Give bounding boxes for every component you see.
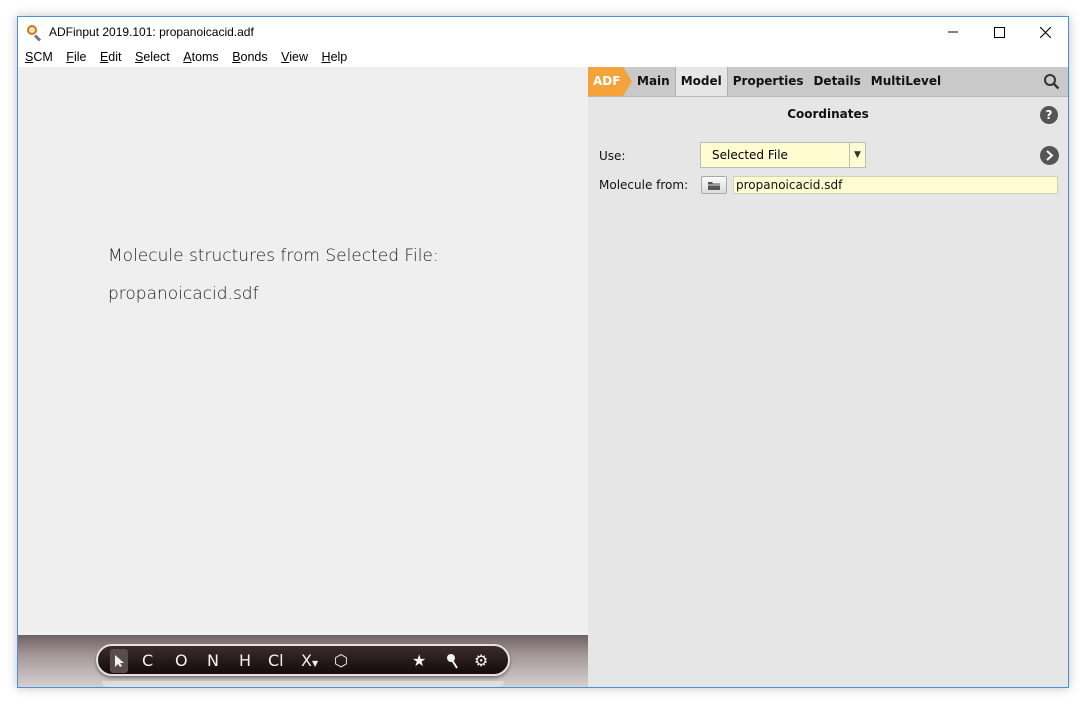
menu-bar: SCM File Edit Select Atoms Bonds View He…	[18, 47, 1068, 67]
title-bar: ADFinput 2019.101: propanoicacid.adf	[18, 17, 1068, 47]
close-button[interactable]	[1022, 17, 1068, 47]
chevron-down-icon: ▼	[849, 143, 865, 167]
help-button[interactable]: ?	[1040, 106, 1058, 124]
folder-icon	[708, 181, 720, 190]
tab-model[interactable]: Model	[674, 67, 728, 96]
menu-select[interactable]: Select	[135, 50, 170, 64]
panel-tabbar: ADF Main Model Properties Details MultiL…	[588, 67, 1068, 97]
menu-edit[interactable]: Edit	[100, 50, 122, 64]
menu-view[interactable]: View	[281, 50, 308, 64]
window-controls	[930, 17, 1068, 47]
atom-toolbar: C O N H Cl X▼ ⬡ ★ ⚙	[18, 635, 588, 687]
pin-icon	[447, 654, 458, 669]
ring-tool[interactable]: ⬡	[334, 649, 348, 673]
maximize-button[interactable]	[976, 17, 1022, 47]
tab-engine-adf[interactable]: ADF	[588, 67, 632, 96]
carbon-tool[interactable]: C	[142, 649, 153, 673]
settings-tool[interactable]: ⚙	[474, 649, 488, 673]
molecule-file-field[interactable]: propanoicacid.sdf	[733, 176, 1058, 194]
molecule-from-label: Molecule from:	[599, 178, 689, 192]
settings-panel: ADF Main Model Properties Details MultiL…	[588, 67, 1068, 687]
chevron-right-icon	[1046, 150, 1054, 161]
tab-details[interactable]: Details	[808, 67, 865, 96]
chlorine-tool[interactable]: Cl	[268, 649, 284, 673]
other-element-tool[interactable]: X▼	[301, 649, 318, 673]
pointer-icon	[115, 655, 124, 667]
tab-main[interactable]: Main	[632, 67, 675, 96]
menu-scm[interactable]: SCM	[25, 50, 53, 64]
favorites-tool[interactable]: ★	[412, 649, 426, 673]
maximize-icon	[993, 26, 1005, 38]
use-label: Use:	[599, 149, 626, 163]
other-element-label: X	[301, 651, 312, 670]
molecule-viewer[interactable]: Molecule structures from Selected File: …	[18, 67, 588, 637]
tab-properties[interactable]: Properties	[728, 67, 809, 96]
use-select[interactable]: Selected File ▼	[700, 142, 866, 168]
menu-file[interactable]: File	[66, 50, 86, 64]
chevron-down-icon: ▼	[311, 659, 319, 668]
app-icon	[26, 24, 42, 42]
oxygen-tool[interactable]: O	[175, 649, 188, 673]
details-next-button[interactable]	[1040, 146, 1059, 165]
search-button[interactable]	[1043, 73, 1060, 93]
use-select-value: Selected File	[712, 148, 788, 162]
tab-multilevel[interactable]: MultiLevel	[866, 67, 946, 96]
viewer-message: Molecule structures from Selected File: …	[108, 237, 439, 313]
menu-atoms[interactable]: Atoms	[183, 50, 218, 64]
select-tool[interactable]	[110, 649, 128, 673]
window-title: ADFinput 2019.101: propanoicacid.adf	[49, 25, 254, 39]
hydrogen-tool[interactable]: H	[239, 649, 251, 673]
close-icon	[1039, 26, 1051, 38]
section-title: Coordinates	[787, 107, 869, 121]
app-window: ADFinput 2019.101: propanoicacid.adf SCM…	[17, 16, 1069, 688]
nitrogen-tool[interactable]: N	[207, 649, 219, 673]
viewer-message-line2: propanoicacid.sdf	[108, 284, 259, 304]
menu-help[interactable]: Help	[322, 50, 348, 64]
search-icon	[1044, 74, 1060, 90]
minimize-icon	[948, 31, 958, 33]
toolbar-pill: C O N H Cl X▼ ⬡ ★ ⚙	[96, 644, 510, 676]
menu-bonds[interactable]: Bonds	[232, 50, 267, 64]
browse-file-button[interactable]	[701, 176, 727, 194]
minimize-button[interactable]	[930, 17, 976, 47]
viewer-message-line1: Molecule structures from Selected File:	[108, 246, 439, 266]
toolbar-reflection	[102, 681, 504, 687]
edit-tool[interactable]	[446, 649, 460, 673]
